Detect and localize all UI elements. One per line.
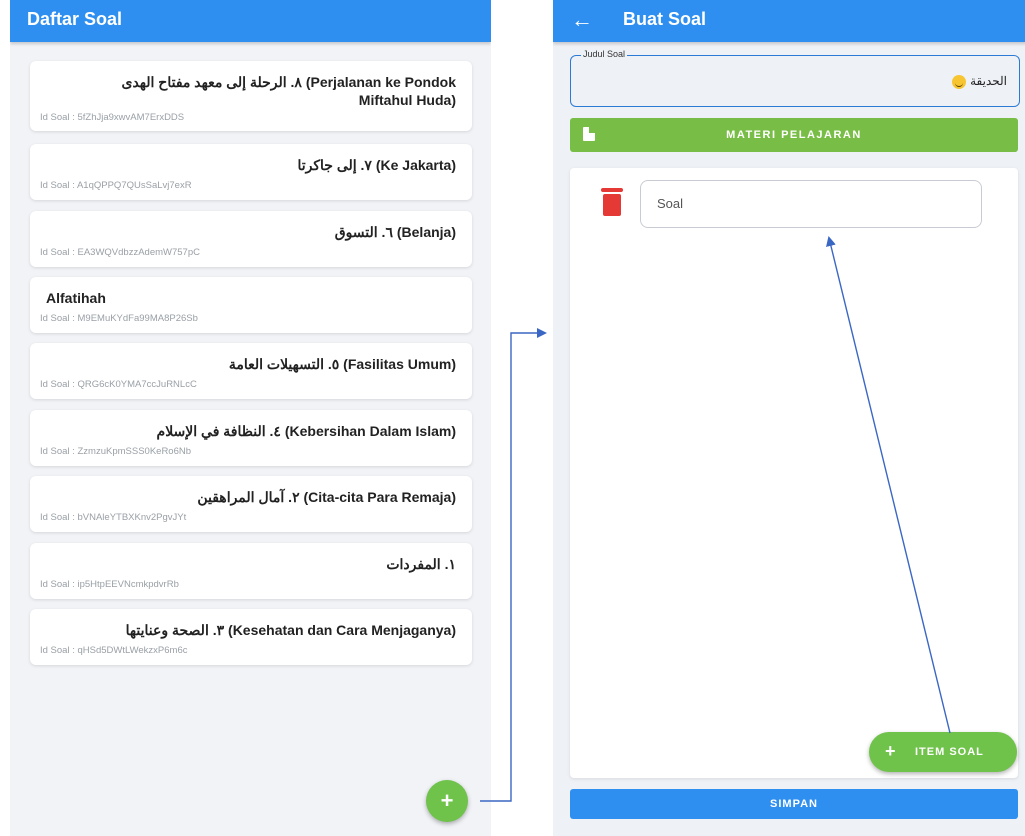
soal-title: ٥. التسهيلات العامة (Fasilitas Umum) [228, 356, 456, 372]
soal-title: ٨. الرحلة إلى معهد مفتاح الهدى (Perjalan… [121, 74, 456, 108]
judul-soal-label: Judul Soal [581, 49, 628, 59]
app-bar: Daftar Soal [10, 0, 491, 42]
soal-list-item[interactable]: ٣. الصحة وعنايتها (Kesehatan dan Cara Me… [30, 609, 472, 665]
soal-list-item[interactable]: ٤. النظافة في الإسلام (Kebersihan Dalam … [30, 410, 472, 466]
soal-id: Id Soal : ip5HtpEEVNcmkpdvrRb [40, 579, 179, 590]
smiley-emoji-icon [952, 74, 967, 89]
item-soal-label: ITEM SOAL [915, 746, 984, 758]
add-soal-fab[interactable]: + [426, 780, 468, 822]
soal-id: Id Soal : qHSd5DWtLWekzxP6m6c [40, 645, 188, 656]
soal-id: Id Soal : EA3WQVdbzzAdemW757pC [40, 247, 200, 258]
daftar-soal-screen: Daftar Soal ٨. الرحلة إلى معهد مفتاح اله… [10, 0, 491, 836]
soal-list-item[interactable]: ٨. الرحلة إلى معهد مفتاح الهدى (Perjalan… [30, 61, 472, 131]
soal-id: Id Soal : ZzmzuKpmSSS0KeRo6Nb [40, 446, 192, 457]
judul-soal-field[interactable]: Judul Soal الحديقة [570, 49, 1020, 107]
plus-icon: + [885, 741, 896, 761]
judul-soal-value: الحديقة [952, 74, 1007, 89]
soal-title: ٧. إلى جاكرتا (Ke Jakarta) [297, 157, 456, 173]
materi-pelajaran-button[interactable]: MATERI PELAJARAN [570, 118, 1018, 152]
soal-title: ٤. النظافة في الإسلام (Kebersihan Dalam … [156, 423, 456, 439]
soal-title: Alfatihah [46, 290, 106, 306]
soal-placeholder: Soal [657, 196, 684, 211]
delete-icon[interactable] [601, 188, 623, 216]
add-item-soal-button[interactable]: + ITEM SOAL [869, 732, 1017, 772]
buat-soal-screen: ← Buat Soal Judul Soal الحديقة MATERI PE… [553, 0, 1025, 836]
soal-id: Id Soal : A1qQPPQ7QUsSaLvj7exR [40, 180, 192, 191]
soal-title: ٦. التسوق (Belanja) [334, 224, 456, 240]
soal-input[interactable]: Soal [640, 180, 982, 228]
simpan-button[interactable]: SIMPAN [570, 789, 1018, 819]
soal-list-item[interactable]: ٦. التسوق (Belanja) Id Soal : EA3WQVdbzz… [30, 211, 472, 267]
materi-pelajaran-label: MATERI PELAJARAN [726, 129, 862, 141]
soal-id: Id Soal : bVNAleYTBXKnv2PgvJYt [40, 512, 187, 523]
simpan-label: SIMPAN [770, 798, 818, 810]
app-bar: ← Buat Soal [553, 0, 1025, 42]
page-title: Buat Soal [623, 9, 707, 29]
soal-id: Id Soal : 5fZhJja9xwvAM7ErxDDS [40, 112, 185, 123]
soal-title: ٢. آمال المراهقين (Cita-cita Para Remaja… [197, 489, 456, 505]
soal-list-item[interactable]: ٧. إلى جاكرتا (Ke Jakarta) Id Soal : A1q… [30, 144, 472, 200]
soal-title: ١. المفردات [386, 556, 456, 572]
soal-list-item[interactable]: ٢. آمال المراهقين (Cita-cita Para Remaja… [30, 476, 472, 532]
back-arrow-icon[interactable]: ← [571, 7, 593, 33]
soal-id: Id Soal : M9EMuKYdFa99MA8P26Sb [40, 313, 198, 324]
soal-id: Id Soal : QRG6cK0YMA7ccJuRNLcC [40, 379, 197, 390]
soal-list-item[interactable]: Alfatihah Id Soal : M9EMuKYdFa99MA8P26Sb [30, 277, 472, 333]
soal-items-panel: Soal [570, 168, 1018, 778]
soal-list-item[interactable]: ١. المفردات Id Soal : ip5HtpEEVNcmkpdvrR… [30, 543, 472, 599]
soal-title: ٣. الصحة وعنايتها (Kesehatan dan Cara Me… [125, 622, 456, 638]
page-title: Daftar Soal [27, 9, 123, 29]
soal-list-item[interactable]: ٥. التسهيلات العامة (Fasilitas Umum) Id … [30, 343, 472, 399]
